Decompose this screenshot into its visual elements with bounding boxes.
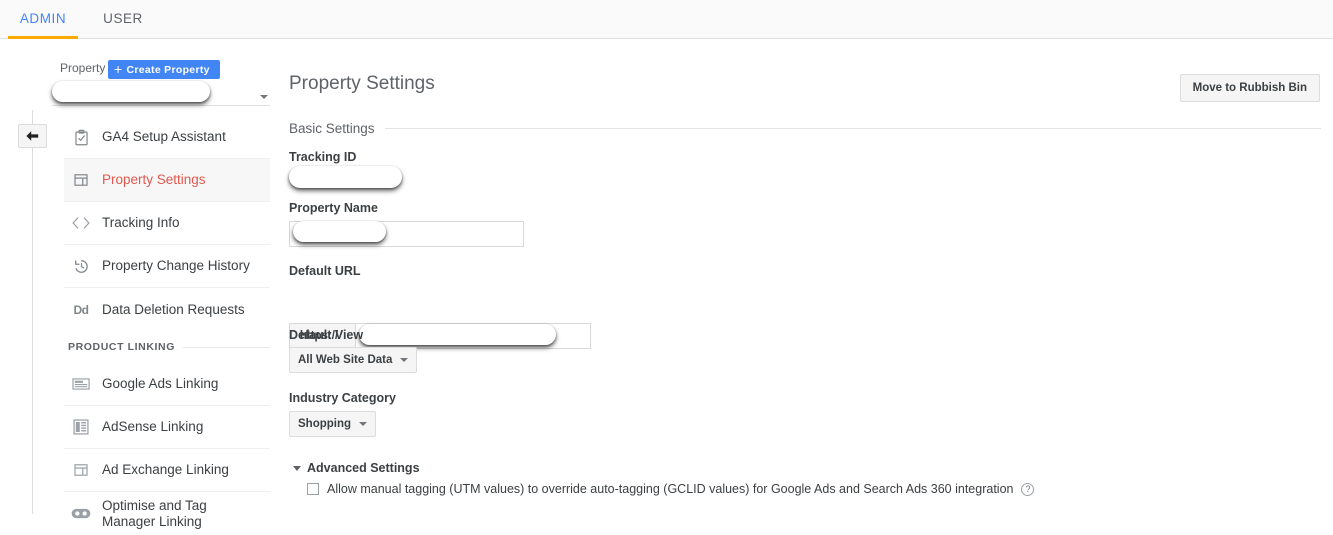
sidebar-item-label: Property Change History: [102, 258, 250, 274]
sidebar-item-data-deletion-requests[interactable]: Dd Data Deletion Requests: [64, 288, 270, 331]
sidebar-item-property-settings[interactable]: Property Settings: [64, 159, 270, 202]
default-view-dropdown[interactable]: All Web Site Data: [289, 347, 418, 373]
adsense-panel-icon: [66, 419, 96, 435]
sidebar-item-label: Tracking Info: [102, 215, 180, 231]
sidebar-nav: GA4 Setup Assistant Property Settings Tr…: [64, 116, 270, 535]
default-url-label: Default URL: [289, 264, 361, 278]
redacted-property-name-value: [293, 221, 386, 242]
basic-settings-section-header: Basic Settings: [289, 121, 1321, 136]
chevron-down-icon: [293, 465, 301, 471]
ad-exchange-layout-icon: [66, 462, 96, 478]
move-to-rubbish-bin-button[interactable]: Move to Rubbish Bin: [1179, 74, 1320, 102]
manual-tagging-checkbox[interactable]: [307, 483, 319, 495]
advanced-settings-toggle[interactable]: Advanced Settings: [293, 461, 420, 475]
page-title: Property Settings: [289, 73, 435, 94]
collapse-sidebar-button[interactable]: [18, 124, 47, 148]
chevron-down-icon: [260, 95, 268, 99]
sidebar-item-label: Data Deletion Requests: [102, 301, 245, 317]
sidebar-item-label: Google Ads Linking: [102, 376, 219, 392]
property-layout-icon: [66, 172, 96, 188]
history-clock-icon: [66, 258, 96, 275]
advanced-settings-label: Advanced Settings: [307, 461, 420, 475]
sidebar-item-ad-exchange-linking[interactable]: Ad Exchange Linking: [64, 449, 270, 492]
sidebar-section-rule: [183, 346, 270, 348]
sidebar-item-property-change-history[interactable]: Property Change History: [64, 245, 270, 288]
active-tab-underline: [8, 36, 78, 39]
main-content: Property Settings Move to Rubbish Bin Ba…: [289, 39, 1333, 514]
top-tab-bar: ADMIN USER: [0, 0, 1333, 39]
create-property-button[interactable]: + Create Property: [108, 60, 220, 79]
sidebar-rail-divider: [32, 110, 33, 514]
redacted-property-name: [52, 81, 210, 102]
default-view-value: All Web Site Data: [298, 354, 393, 366]
chevron-down-icon: [400, 358, 409, 362]
sidebar-item-label: Property Settings: [102, 172, 206, 188]
manual-tagging-label: Allow manual tagging (UTM values) to ove…: [327, 482, 1014, 496]
sidebar-item-label: Ad Exchange Linking: [102, 462, 229, 478]
help-icon[interactable]: ?: [1021, 482, 1035, 496]
clipboard-check-icon: [66, 129, 96, 146]
code-brackets-icon: [66, 216, 96, 230]
tab-user[interactable]: USER: [90, 0, 156, 38]
property-label: Property: [60, 61, 106, 75]
back-arrow-icon: [26, 130, 39, 141]
create-property-label: Create Property: [126, 63, 210, 76]
tracking-id-input[interactable]: [289, 166, 402, 188]
dd-text-icon: Dd: [73, 302, 90, 317]
tracking-id-label: Tracking ID: [289, 150, 357, 164]
property-name-label: Property Name: [289, 201, 378, 215]
sidebar-item-label: AdSense Linking: [102, 419, 204, 435]
section-divider: [384, 128, 1321, 129]
ads-card-icon: [66, 377, 96, 391]
sidebar-item-tracking-info[interactable]: Tracking Info: [64, 202, 270, 245]
chevron-down-icon: [359, 422, 368, 426]
sidebar-item-adsense-linking[interactable]: AdSense Linking: [64, 406, 270, 449]
sidebar-section-product-linking: PRODUCT LINKING: [64, 331, 270, 363]
industry-category-value: Shopping: [298, 418, 352, 430]
industry-category-dropdown[interactable]: Shopping: [289, 411, 377, 437]
sidebar-item-ga4-setup-assistant[interactable]: GA4 Setup Assistant: [64, 116, 270, 159]
sidebar-item-google-ads-linking[interactable]: Google Ads Linking: [64, 363, 270, 406]
sidebar-section-label: PRODUCT LINKING: [68, 341, 175, 353]
industry-category-label: Industry Category: [289, 391, 396, 405]
default-view-label: Default View: [289, 328, 364, 342]
sidebar-item-label: GA4 Setup Assistant: [102, 129, 226, 145]
plus-icon: +: [114, 61, 123, 77]
tab-admin[interactable]: ADMIN: [8, 0, 78, 38]
manual-tagging-row: Allow manual tagging (UTM values) to ove…: [307, 482, 1035, 496]
basic-settings-label: Basic Settings: [289, 121, 375, 136]
redacted-default-url-value: [359, 324, 556, 345]
